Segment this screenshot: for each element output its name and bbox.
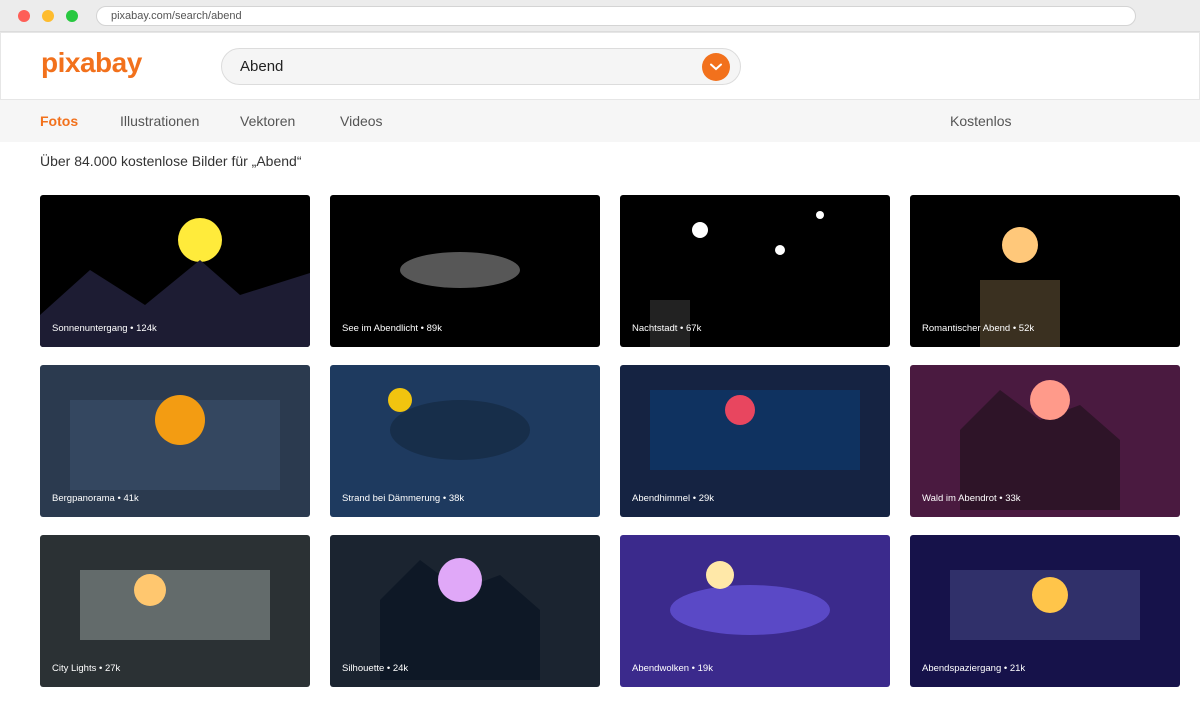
- image-card-label: Abendwolken • 19k: [632, 663, 713, 674]
- sun-shape: [178, 218, 222, 262]
- star-shape: [816, 211, 824, 219]
- close-window-button[interactable]: [18, 10, 30, 22]
- minimize-window-button[interactable]: [42, 10, 54, 22]
- image-card-label: Bergpanorama • 41k: [52, 493, 139, 504]
- star-shape: [692, 222, 708, 238]
- kostenlos-link[interactable]: Kostenlos: [950, 113, 1011, 129]
- pixabay-logo[interactable]: pixabay: [41, 47, 142, 79]
- panel-shape: [80, 570, 270, 640]
- sun-shape: [388, 388, 412, 412]
- search-bar: [221, 48, 741, 85]
- maximize-window-button[interactable]: [66, 10, 78, 22]
- image-card-label: Abendspaziergang • 21k: [922, 663, 1026, 674]
- media-type-nav: Fotos Illustrationen Vektoren Videos Kos…: [0, 100, 1200, 142]
- address-bar[interactable]: pixabay.com/search/abend: [96, 6, 1136, 26]
- image-card-label: Nachtstadt • 67k: [632, 323, 702, 334]
- search-dropdown-button[interactable]: [702, 53, 730, 81]
- tab-illustrationen[interactable]: Illustrationen: [120, 113, 199, 129]
- search-input[interactable]: [240, 49, 680, 84]
- sun-shape: [706, 561, 734, 589]
- image-card-label: Sonnenuntergang • 124k: [52, 323, 157, 334]
- image-card-label: Silhouette • 24k: [342, 663, 409, 674]
- panel-shape: [650, 390, 860, 470]
- sun-shape: [725, 395, 755, 425]
- star-shape: [775, 245, 785, 255]
- image-card[interactable]: Abendhimmel • 29k: [620, 365, 890, 517]
- image-card-label: City Lights • 27k: [52, 663, 121, 674]
- image-card[interactable]: Romantischer Abend • 52k: [910, 195, 1180, 347]
- tab-videos[interactable]: Videos: [340, 113, 383, 129]
- image-card-label: Romantischer Abend • 52k: [922, 323, 1035, 334]
- sun-shape: [1032, 577, 1068, 613]
- water-shape: [390, 400, 530, 460]
- tab-vektoren[interactable]: Vektoren: [240, 113, 295, 129]
- image-card[interactable]: Sonnenuntergang • 124k: [40, 195, 310, 347]
- sun-shape: [155, 395, 205, 445]
- cloud-shape: [670, 585, 830, 635]
- image-card[interactable]: Abendspaziergang • 21k: [910, 535, 1180, 687]
- results-summary: Über 84.000 kostenlose Bilder für „Abend…: [40, 153, 302, 169]
- tower-shape: [980, 280, 1060, 347]
- image-card-label: Strand bei Dämmerung • 38k: [342, 493, 465, 504]
- image-card-label: Wald im Abendrot • 33k: [922, 493, 1021, 504]
- image-card-label: Abendhimmel • 29k: [632, 493, 715, 504]
- image-card[interactable]: City Lights • 27k: [40, 535, 310, 687]
- sun-shape: [1030, 380, 1070, 420]
- site-header: pixabay: [0, 32, 1200, 100]
- lake-shape: [400, 252, 520, 288]
- image-card[interactable]: Silhouette • 24k: [330, 535, 600, 687]
- browser-toolbar: pixabay.com/search/abend: [0, 0, 1200, 32]
- image-card[interactable]: Bergpanorama • 41k: [40, 365, 310, 517]
- image-card[interactable]: See im Abendlicht • 89k: [330, 195, 600, 347]
- image-card[interactable]: Abendwolken • 19k: [620, 535, 890, 687]
- sun-shape: [438, 558, 482, 602]
- image-card-label: See im Abendlicht • 89k: [342, 323, 442, 334]
- image-card[interactable]: Nachtstadt • 67k: [620, 195, 890, 347]
- tab-fotos[interactable]: Fotos: [40, 113, 78, 129]
- chevron-down-icon: [710, 63, 722, 71]
- sun-shape: [134, 574, 166, 606]
- image-card[interactable]: Wald im Abendrot • 33k: [910, 365, 1180, 517]
- sun-shape: [1002, 227, 1038, 263]
- image-card[interactable]: Strand bei Dämmerung • 38k: [330, 365, 600, 517]
